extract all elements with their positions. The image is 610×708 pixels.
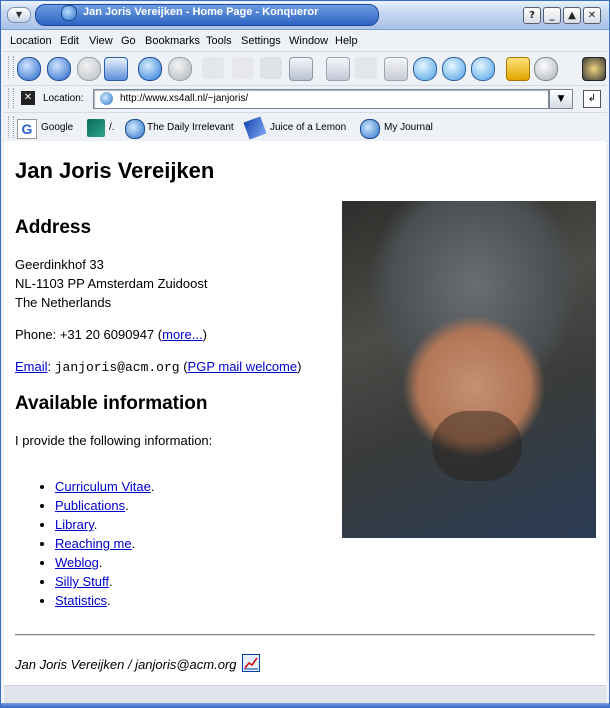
paste-icon[interactable]: [260, 57, 282, 79]
lock-icon: [506, 57, 530, 81]
zoom-icon[interactable]: [471, 57, 495, 81]
konqueror-icon: [61, 5, 77, 21]
close-tab-icon[interactable]: [355, 57, 377, 79]
cut-icon[interactable]: [202, 57, 224, 79]
toolbar-grip[interactable]: [8, 88, 14, 108]
list-item: Curriculum Vitae.: [55, 477, 154, 496]
statistics-link[interactable]: Statistics: [55, 593, 107, 608]
url-history-button[interactable]: ▼: [549, 89, 573, 109]
zoom-in-icon[interactable]: [413, 57, 437, 81]
find-icon[interactable]: [384, 57, 408, 81]
new-tab-icon[interactable]: [326, 57, 350, 81]
menu-settings[interactable]: Settings: [241, 35, 281, 47]
clear-location-icon[interactable]: ✕: [21, 91, 35, 105]
home-icon[interactable]: [104, 57, 128, 81]
cv-link[interactable]: Curriculum Vitae: [55, 479, 151, 494]
stop-icon[interactable]: [168, 57, 192, 81]
list-item: Weblog.: [55, 553, 154, 572]
slashdot-icon: [87, 119, 105, 137]
list-item: Silly Stuff.: [55, 572, 154, 591]
menu-tools[interactable]: Tools: [206, 35, 232, 47]
print-icon[interactable]: [289, 57, 313, 81]
copy-icon[interactable]: [232, 57, 254, 79]
email-link[interactable]: Email: [15, 359, 48, 374]
address-line-3: The Netherlands: [15, 295, 112, 310]
page-content[interactable]: Jan Joris Vereijken Address Geerdinkhof …: [4, 141, 606, 685]
title-bar: ▼ Jan Joris Vereijken - Home Page - Konq…: [1, 1, 609, 30]
konqueror-icon: [100, 92, 113, 105]
minimize-button[interactable]: _: [543, 7, 561, 24]
pen-icon: [243, 116, 267, 140]
forward-icon[interactable]: [77, 57, 101, 81]
bookmark-my-journal[interactable]: My Journal: [360, 119, 442, 139]
google-icon: G: [17, 119, 37, 139]
main-toolbar: [3, 51, 607, 86]
zoom-out-icon[interactable]: [442, 57, 466, 81]
gear-icon: [582, 57, 606, 81]
download-icon[interactable]: [534, 57, 558, 81]
statistics-icon[interactable]: [241, 654, 260, 672]
up-icon[interactable]: [17, 57, 41, 81]
library-link[interactable]: Library: [55, 517, 94, 532]
bookmark-google[interactable]: G Google: [17, 119, 79, 139]
email-line: Email: janjoris@acm.org (PGP mail welcom…: [15, 359, 302, 375]
list-item: Library.: [55, 515, 154, 534]
address-line-1: Geerdinkhof 33: [15, 257, 104, 272]
menu-edit[interactable]: Edit: [60, 35, 79, 47]
menu-help[interactable]: Help: [335, 35, 358, 47]
window-menu-button[interactable]: ▼: [7, 7, 31, 23]
list-item: Reaching me.: [55, 534, 154, 553]
location-toolbar: ✕ Location: http://www.xs4all.nl/~janjor…: [3, 85, 607, 112]
reaching-me-link[interactable]: Reaching me: [55, 536, 132, 551]
list-item: Publications.: [55, 496, 154, 515]
browser-window: ▼ Jan Joris Vereijken - Home Page - Konq…: [0, 0, 610, 708]
more-link[interactable]: more...: [162, 327, 202, 342]
menu-window[interactable]: Window: [289, 35, 328, 47]
address-line-2: NL-1103 PP Amsterdam Zuidoost: [15, 276, 208, 291]
menu-view[interactable]: View: [89, 35, 113, 47]
footer: Jan Joris Vereijken / janjoris@acm.org: [15, 654, 260, 672]
bookmark-juice-of-a-lemon[interactable]: Juice of a Lemon: [243, 116, 354, 140]
go-icon[interactable]: ↲: [583, 90, 601, 108]
email-address: janjoris@acm.org: [54, 360, 180, 375]
page-title: Jan Joris Vereijken: [15, 158, 215, 183]
url-text: http://www.xs4all.nl/~janjoris/: [120, 93, 249, 104]
toolbar-grip[interactable]: [8, 116, 14, 138]
bookmark-daily-irrelevant[interactable]: The Daily Irrelevant: [125, 119, 241, 139]
menu-location[interactable]: Location: [10, 35, 52, 47]
silly-stuff-link[interactable]: Silly Stuff: [55, 574, 109, 589]
konqueror-icon: [360, 119, 380, 139]
reload-icon[interactable]: [138, 57, 162, 81]
list-item: Statistics.: [55, 591, 154, 610]
close-button[interactable]: ✕: [583, 7, 601, 24]
window-title: Jan Joris Vereijken - Home Page - Konque…: [83, 6, 319, 18]
menu-go[interactable]: Go: [121, 35, 136, 47]
divider: [15, 634, 595, 636]
maximize-button[interactable]: ▲: [563, 7, 581, 24]
menubar: Location Edit View Go Bookmarks Tools Se…: [3, 31, 607, 51]
publications-link[interactable]: Publications: [55, 498, 125, 513]
bookmark-toolbar: G Google /. The Daily Irrelevant Juice o…: [3, 112, 607, 142]
menu-bookmarks[interactable]: Bookmarks: [145, 35, 200, 47]
portrait-photo: [342, 201, 596, 538]
intro-text: I provide the following information:: [15, 433, 213, 448]
back-icon[interactable]: [47, 57, 71, 81]
phone-line: Phone: +31 20 6090947 (more...): [15, 327, 207, 342]
info-list: Curriculum Vitae. Publications. Library.…: [15, 477, 154, 610]
toolbar-grip[interactable]: [8, 56, 14, 78]
address-heading: Address: [15, 217, 92, 238]
weblog-link[interactable]: Weblog: [55, 555, 99, 570]
available-heading: Available information: [15, 393, 208, 414]
konqueror-icon: [125, 119, 145, 139]
pgp-link[interactable]: PGP mail welcome: [188, 359, 298, 374]
status-bar: [4, 685, 606, 704]
help-button[interactable]: ?: [523, 7, 541, 24]
location-label: Location:: [43, 93, 84, 104]
url-input[interactable]: http://www.xs4all.nl/~janjoris/: [93, 89, 549, 109]
bookmark-slashdot[interactable]: /.: [87, 119, 123, 137]
window-bottom-edge: [1, 703, 609, 707]
